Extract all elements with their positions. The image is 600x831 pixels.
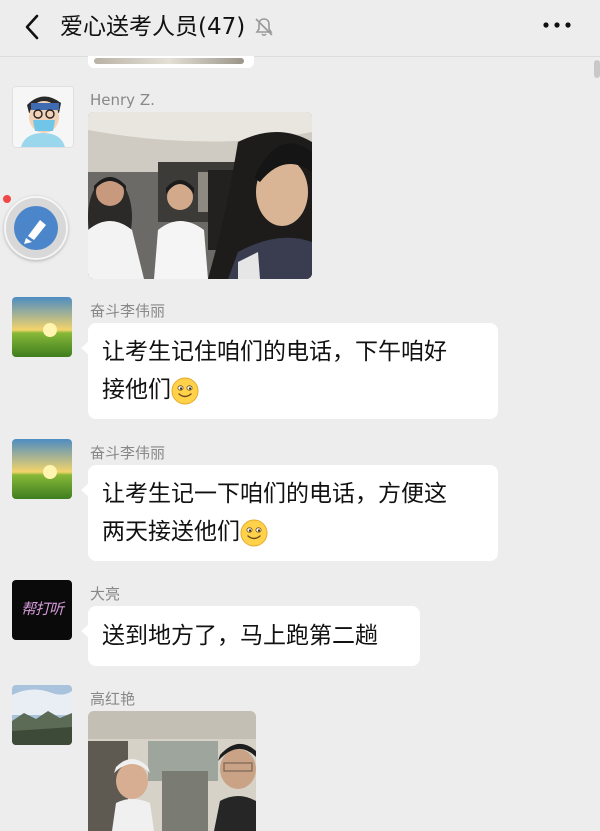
chat-title: 爱心送考人员(47) [60,14,246,40]
chat-header: 爱心送考人员(47) [0,0,600,57]
avatar[interactable] [12,439,72,499]
more-dots-icon[interactable] [540,10,574,40]
sender-name: Henry Z. [90,91,155,109]
text-bubble[interactable]: 让考生记一下咱们的电话，方便这 两天接送他们 [81,465,498,561]
avatar[interactable] [12,685,72,745]
smile-emoji-icon [240,519,268,546]
message-line: 接他们 [102,377,171,403]
bell-off-icon [255,18,273,37]
chevron-left-icon[interactable] [18,12,48,42]
smile-emoji-icon [171,377,199,404]
image-message[interactable] [88,711,256,831]
sender-name: 奋斗李伟丽 [90,302,166,320]
floating-window-button[interactable] [4,196,68,260]
avatar-text: 帮打听 [20,600,64,618]
avatar[interactable] [12,86,74,148]
message-line: 让考生记住咱们的电话，下午咱好 [102,339,447,365]
message-line: 送到地方了，马上跑第二趟 [102,623,378,649]
scrollbar[interactable] [594,60,600,78]
image-message[interactable] [88,112,312,279]
previous-image-edge [88,56,254,68]
message-line: 让考生记一下咱们的电话，方便这 [102,481,447,507]
notification-dot [3,195,11,203]
sender-name: 大亮 [90,585,121,603]
sender-name: 高红艳 [90,690,136,708]
text-bubble[interactable]: 送到地方了，马上跑第二趟 [81,606,420,666]
avatar[interactable]: 帮打听 [12,580,72,640]
message-line: 两天接送他们 [102,519,240,545]
sender-name: 奋斗李伟丽 [90,444,166,462]
text-bubble[interactable]: 让考生记住咱们的电话，下午咱好 接他们 [81,323,498,419]
avatar[interactable] [12,297,72,357]
